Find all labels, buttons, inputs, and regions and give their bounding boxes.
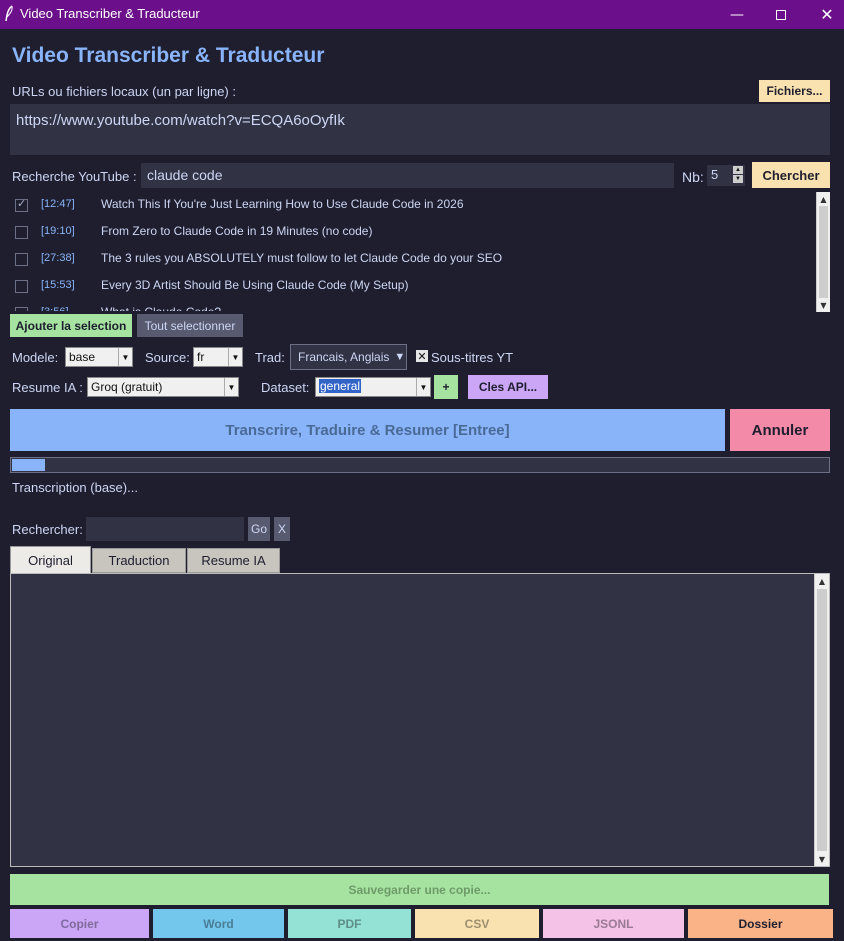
result-title: What is Claude Code? bbox=[101, 305, 221, 311]
trad-menubutton[interactable]: Francais, Anglais ▼ bbox=[290, 344, 407, 370]
list-item[interactable]: [12:47] Watch This If You're Just Learnin… bbox=[10, 193, 816, 220]
search-label: Rechercher: bbox=[12, 522, 83, 537]
result-duration: [3:56] bbox=[41, 306, 69, 311]
maximize-button[interactable] bbox=[758, 0, 804, 29]
dataset-value: general bbox=[319, 379, 362, 393]
scroll-down-icon[interactable]: ▼ bbox=[817, 298, 830, 312]
results-scrollbar[interactable]: ▲ ▼ bbox=[816, 192, 830, 312]
window-titlebar: Video Transcriber & Traducteur — ✕ bbox=[0, 0, 844, 29]
chevron-down-icon: ▼ bbox=[118, 348, 132, 366]
list-item[interactable]: [15:53] Every 3D Artist Should Be Using C… bbox=[10, 274, 816, 301]
results-list: [12:47] Watch This If You're Just Learnin… bbox=[10, 193, 816, 311]
export-copier-button[interactable]: Copier bbox=[10, 909, 149, 938]
result-title: Watch This If You're Just Learning How t… bbox=[101, 197, 464, 211]
files-button[interactable]: Fichiers... bbox=[759, 80, 830, 102]
export-csv-button[interactable]: CSV bbox=[415, 909, 539, 938]
search-go-button[interactable]: Go bbox=[248, 517, 270, 541]
result-checkbox[interactable] bbox=[15, 307, 28, 311]
tab-resume-ia[interactable]: Resume IA bbox=[187, 548, 280, 573]
result-title: Every 3D Artist Should Be Using Claude C… bbox=[101, 278, 409, 292]
search-clear-button[interactable]: X bbox=[274, 517, 290, 541]
export-jsonl-button[interactable]: JSONL bbox=[543, 909, 684, 938]
transcribe-button[interactable]: Transcrire, Traduire & Resumer [Entree] bbox=[10, 409, 725, 451]
window-title: Video Transcriber & Traducteur bbox=[20, 6, 200, 21]
transcript-textarea[interactable] bbox=[10, 573, 830, 867]
spin-up-icon[interactable]: ▲ bbox=[733, 166, 743, 174]
maximize-icon bbox=[776, 9, 786, 20]
resume-select[interactable]: Groq (gratuit) ▼ bbox=[87, 377, 239, 397]
nb-value: 5 bbox=[711, 167, 719, 182]
list-item[interactable]: [19:10] From Zero to Claude Code in 19 Mi… bbox=[10, 220, 816, 247]
dataset-label: Dataset: bbox=[261, 380, 310, 395]
source-select[interactable]: fr ▼ bbox=[193, 347, 243, 367]
dataset-select[interactable]: general ▼ bbox=[315, 377, 431, 397]
resume-label: Resume IA : bbox=[12, 380, 83, 395]
spin-down-icon[interactable]: ▼ bbox=[733, 175, 743, 183]
save-copy-button[interactable]: Sauvegarder une copie... bbox=[10, 874, 829, 905]
result-duration: [19:10] bbox=[41, 225, 75, 237]
cancel-button[interactable]: Annuler bbox=[730, 409, 830, 451]
youtube-search-input[interactable]: claude code bbox=[141, 163, 674, 188]
trad-value: Francais, Anglais bbox=[298, 350, 390, 364]
result-checkbox[interactable] bbox=[15, 280, 28, 293]
progress-bar bbox=[10, 457, 830, 473]
feather-icon bbox=[5, 5, 13, 22]
triangle-down-icon: ▼ bbox=[394, 351, 406, 363]
result-duration: [12:47] bbox=[41, 198, 75, 210]
progress-fill bbox=[12, 459, 45, 471]
urls-label: URLs ou fichiers locaux (un par ligne) : bbox=[12, 84, 236, 99]
export-buttons-row: Copier Word PDF CSV JSONL Dossier bbox=[10, 909, 833, 938]
list-item[interactable]: [3:56] What is Claude Code? bbox=[10, 301, 816, 311]
chevron-down-icon: ▼ bbox=[224, 378, 238, 396]
result-title: The 3 rules you ABSOLUTELY must follow t… bbox=[101, 251, 503, 265]
result-duration: [27:38] bbox=[41, 252, 75, 264]
result-checkbox[interactable] bbox=[15, 197, 28, 212]
nb-spinbox[interactable]: 5 ▲ ▼ bbox=[707, 165, 745, 186]
subtitles-checkbox[interactable]: ✕ bbox=[416, 350, 428, 363]
minimize-icon: — bbox=[730, 6, 744, 23]
list-item[interactable]: [27:38] The 3 rules you ABSOLUTELY must f… bbox=[10, 247, 816, 274]
add-dataset-button[interactable]: + bbox=[434, 375, 458, 399]
app-title: Video Transcriber & Traducteur bbox=[12, 44, 325, 67]
model-label: Modele: bbox=[12, 350, 59, 365]
trad-label: Trad: bbox=[255, 350, 285, 365]
status-text: Transcription (base)... bbox=[12, 480, 138, 495]
select-all-button[interactable]: Tout selectionner bbox=[137, 314, 243, 337]
close-window-button[interactable]: ✕ bbox=[804, 0, 844, 29]
tab-traduction[interactable]: Traduction bbox=[92, 548, 186, 573]
scroll-down-icon[interactable]: ▼ bbox=[815, 852, 829, 866]
export-word-button[interactable]: Word bbox=[153, 909, 284, 938]
transcript-scrollbar[interactable]: ▲ ▼ bbox=[814, 574, 829, 866]
result-duration: [15:53] bbox=[41, 279, 75, 291]
add-selection-button[interactable]: Ajouter la selection bbox=[10, 314, 132, 337]
model-select[interactable]: base ▼ bbox=[65, 347, 133, 367]
chevron-down-icon: ▼ bbox=[228, 348, 242, 366]
result-checkbox[interactable] bbox=[15, 226, 28, 239]
scroll-thumb[interactable] bbox=[817, 589, 827, 851]
close-icon: ✕ bbox=[820, 5, 834, 24]
subtitles-label: Sous-titres YT bbox=[431, 350, 514, 365]
result-checkbox[interactable] bbox=[15, 253, 28, 266]
result-title: From Zero to Claude Code in 19 Minutes (… bbox=[101, 224, 373, 238]
scroll-thumb[interactable] bbox=[819, 206, 828, 298]
nb-label: Nb: bbox=[682, 169, 704, 185]
search-input[interactable] bbox=[86, 517, 244, 541]
urls-textarea[interactable]: https://www.youtube.com/watch?v=ECQA6oOy… bbox=[10, 104, 830, 155]
youtube-search-label: Recherche YouTube : bbox=[12, 169, 137, 184]
search-youtube-button[interactable]: Chercher bbox=[752, 162, 830, 188]
source-label: Source: bbox=[145, 350, 190, 365]
minimize-button[interactable]: — bbox=[714, 0, 760, 29]
scroll-up-icon[interactable]: ▲ bbox=[815, 574, 829, 588]
scroll-up-icon[interactable]: ▲ bbox=[817, 192, 830, 206]
resume-value: Groq (gratuit) bbox=[91, 380, 163, 394]
export-dossier-button[interactable]: Dossier bbox=[688, 909, 833, 938]
model-value: base bbox=[69, 350, 96, 364]
source-value: fr bbox=[197, 350, 205, 364]
chevron-down-icon: ▼ bbox=[416, 378, 430, 396]
tab-original[interactable]: Original bbox=[10, 546, 91, 574]
api-keys-button[interactable]: Cles API... bbox=[468, 375, 548, 399]
export-pdf-button[interactable]: PDF bbox=[288, 909, 411, 938]
